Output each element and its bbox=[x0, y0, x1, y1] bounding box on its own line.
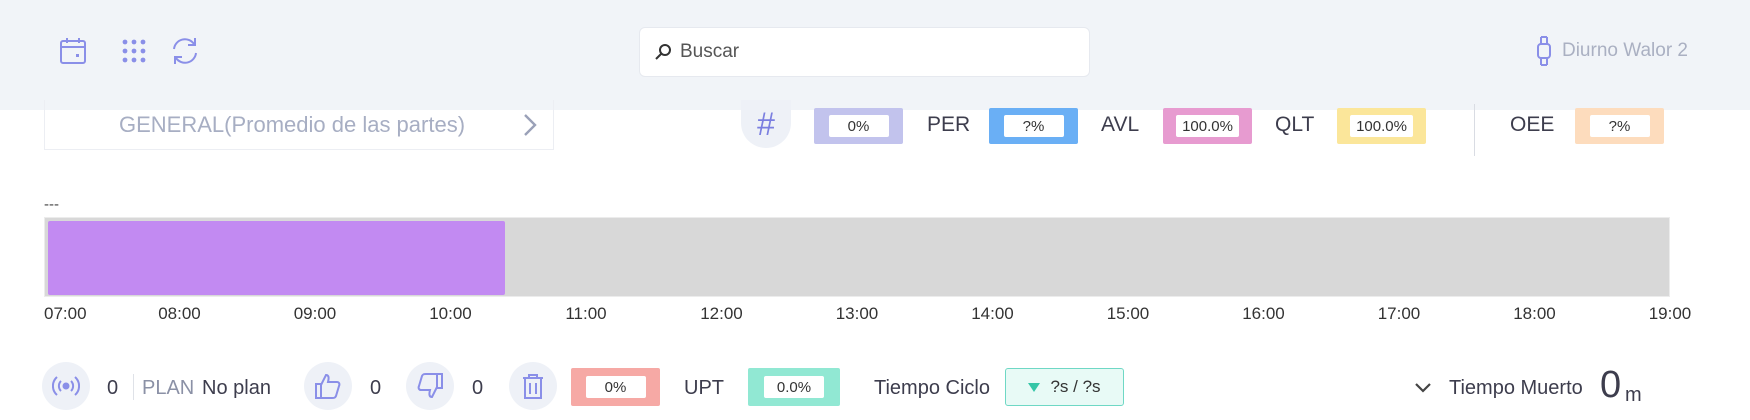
thumbs-down-icon bbox=[417, 373, 443, 399]
watch-icon bbox=[1536, 36, 1551, 66]
timeline-tick-label: 15:00 bbox=[1106, 304, 1150, 323]
timeline-tick-label: 12:00 bbox=[700, 304, 743, 323]
upt-label: UPT bbox=[684, 377, 724, 399]
user-name: Diurno Walor 2 bbox=[1561, 40, 1688, 61]
metrics-divider bbox=[1474, 104, 1475, 156]
part-selector-label: GENERAL(Promedio de las partes) bbox=[119, 111, 466, 137]
good-count: 0 bbox=[370, 377, 382, 399]
grid-apps-icon[interactable] bbox=[116, 33, 152, 69]
signal-button[interactable] bbox=[42, 362, 90, 410]
timeline-tick-label: 07:00 bbox=[44, 304, 87, 323]
cycle-time-label: Tiempo Ciclo bbox=[874, 377, 990, 399]
scrap-button[interactable] bbox=[509, 362, 557, 410]
avl-metric-value: 100.0% bbox=[1176, 115, 1239, 137]
avl-label: AVL bbox=[1101, 113, 1140, 136]
plan-divider bbox=[133, 374, 134, 400]
count-metric-value: 0% bbox=[828, 115, 889, 137]
upt-metric-value: 0.0% bbox=[764, 376, 824, 398]
per-label: PER bbox=[927, 113, 971, 136]
hash-button[interactable]: # bbox=[741, 100, 791, 148]
trash-icon bbox=[523, 374, 543, 399]
search-input[interactable] bbox=[680, 41, 1080, 63]
timeline-progress-bar[interactable] bbox=[48, 221, 505, 295]
timeline-tick-label: 19:00 bbox=[1648, 304, 1692, 323]
dead-time-label: Tiempo Muerto bbox=[1449, 377, 1583, 399]
avl-metric: 100.0% bbox=[1163, 108, 1252, 144]
timeline-tick-label: 10:00 bbox=[429, 304, 472, 323]
user-menu[interactable]: Diurno Walor 2 bbox=[1536, 35, 1688, 67]
refresh-icon[interactable] bbox=[167, 33, 203, 69]
thumbs-up-icon bbox=[315, 373, 341, 399]
bad-parts-button[interactable] bbox=[406, 362, 454, 410]
chevron-down-icon[interactable] bbox=[1414, 382, 1432, 394]
down-triangle-icon bbox=[1028, 382, 1041, 392]
bad-count: 0 bbox=[472, 377, 484, 399]
plan-value: No plan bbox=[202, 377, 271, 399]
signal-count: 0 bbox=[107, 377, 119, 399]
cycle-time-box: ?s / ?s bbox=[1005, 368, 1124, 406]
search-box[interactable] bbox=[639, 27, 1090, 77]
scrap-metric: 0% bbox=[571, 368, 660, 406]
plan-label: PLAN bbox=[142, 377, 195, 399]
timeline-tick-label: 16:00 bbox=[1242, 304, 1285, 323]
oee-metric: ?% bbox=[1575, 108, 1664, 144]
qlt-label: QLT bbox=[1275, 113, 1315, 136]
dead-time-value: 0 bbox=[1600, 364, 1622, 406]
per-metric: ?% bbox=[989, 108, 1078, 144]
timeline-tick-label: 09:00 bbox=[293, 304, 337, 323]
qlt-metric-value: 100.0% bbox=[1350, 115, 1413, 137]
count-metric: 0% bbox=[814, 108, 903, 144]
chevron-right-icon bbox=[524, 114, 537, 136]
timeline-track[interactable] bbox=[44, 217, 1670, 297]
signal-icon bbox=[52, 376, 80, 396]
hash-symbol: # bbox=[757, 105, 775, 142]
timeline-tick-label: 08:00 bbox=[158, 304, 201, 323]
scrap-metric-value: 0% bbox=[585, 376, 646, 398]
top-bar: Diurno Walor 2 bbox=[0, 0, 1750, 110]
qlt-metric: 100.0% bbox=[1337, 108, 1426, 144]
timeline-tick-label: 18:00 bbox=[1513, 304, 1556, 323]
good-parts-button[interactable] bbox=[304, 362, 352, 410]
timeline-tick-label: 11:00 bbox=[565, 304, 607, 323]
oee-label: OEE bbox=[1510, 113, 1555, 136]
timeline-tick-label: 13:00 bbox=[835, 304, 879, 323]
part-selector[interactable]: GENERAL(Promedio de las partes) bbox=[44, 100, 554, 150]
calendar-icon[interactable] bbox=[55, 33, 91, 69]
per-metric-value: ?% bbox=[1003, 115, 1064, 137]
timeline-tick-label: 17:00 bbox=[1377, 304, 1421, 323]
search-icon bbox=[655, 44, 671, 60]
timeline-label: --- bbox=[44, 196, 59, 213]
dead-time-unit: m bbox=[1625, 384, 1642, 406]
upt-metric: 0.0% bbox=[748, 368, 840, 406]
timeline-tick-label: 14:00 bbox=[971, 304, 1014, 323]
cycle-time-value: ?s / ?s bbox=[1050, 377, 1101, 396]
oee-metric-value: ?% bbox=[1589, 115, 1650, 137]
